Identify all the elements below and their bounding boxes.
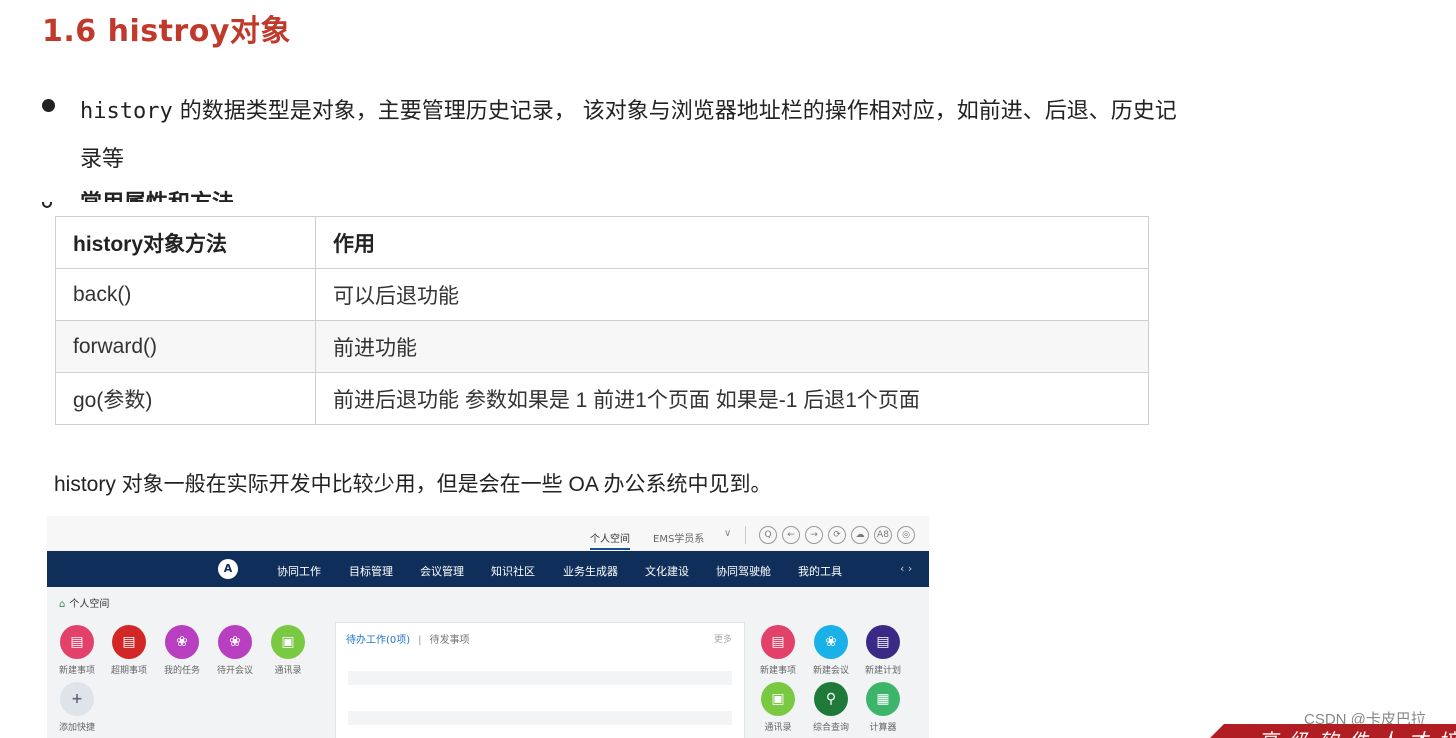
table-cell: go(参数) (55, 372, 316, 425)
forward-icon[interactable]: → (805, 526, 823, 544)
paragraph-line2: 录等 (80, 147, 125, 172)
contacts-icon: ▣ (761, 682, 795, 716)
nav-arrows-icon[interactable]: ‹ › (900, 562, 912, 575)
table-cell: 可以后退功能 (315, 268, 1149, 321)
breadcrumb: ⌂ 个人空间 (59, 595, 109, 610)
placeholder-line (348, 671, 732, 685)
app-label: 计算器 (869, 723, 897, 733)
home-icon: ⌂ (59, 599, 66, 610)
header-effect: 作用 (315, 216, 1149, 269)
cloud-icon[interactable]: ☁ (851, 526, 869, 544)
meeting-icon: ❀ (814, 625, 848, 659)
todo-panel: 待办工作(0项) | 待发事项 更多 (335, 622, 745, 738)
overdue-icon: ▤ (112, 625, 146, 659)
app-new-item[interactable]: ▤ 新建事项 (53, 625, 101, 676)
ems-selector[interactable]: EMS学员系 (653, 530, 704, 545)
search-icon[interactable]: Q (759, 526, 777, 544)
app-contacts-right[interactable]: ▣ 通讯录 (754, 682, 802, 733)
plan-icon: ▤ (866, 625, 900, 659)
app-label: 通讯录 (764, 723, 792, 733)
bullet-hollow (42, 202, 52, 208)
app-label: 综合查询 (812, 723, 849, 733)
app-search[interactable]: ⚲ 综合查询 (807, 682, 855, 733)
meeting-icon: ❀ (218, 625, 252, 659)
a8-icon[interactable]: A8 (874, 526, 892, 544)
app-label: 添加快捷 (58, 723, 95, 733)
table-cell: forward() (55, 320, 316, 373)
app-label: 新建计划 (864, 666, 901, 676)
oa-screenshot: 个人空间 EMS学员系 ∨ Q ← → ⟳ ☁ A8 ◎ A 协同工作 目标管理… (47, 516, 929, 738)
app-calculator[interactable]: ▦ 计算器 (859, 682, 907, 733)
app-contacts[interactable]: ▣ 通讯录 (264, 625, 312, 676)
bullet-dot (42, 99, 55, 112)
new-item-icon: ▤ (60, 625, 94, 659)
methods-table: history对象方法 作用 back() 可以后退功能 forward() 前… (55, 216, 1149, 425)
nav-item[interactable]: 文化建设 (645, 563, 689, 579)
table-row: go(参数) 前进后退功能 参数如果是 1 前进1个页面 如果是-1 后退1个页… (55, 372, 1149, 425)
nav-item[interactable]: 知识社区 (491, 563, 535, 579)
section-title: 1.6 histroy对象 (42, 14, 291, 49)
contacts-icon: ▣ (271, 625, 305, 659)
chevron-down-icon[interactable]: ∨ (724, 528, 731, 539)
divider (745, 526, 746, 544)
app-my-tasks[interactable]: ❀ 我的任务 (158, 625, 206, 676)
settings-icon[interactable]: ◎ (897, 526, 915, 544)
tasks-icon: ❀ (165, 625, 199, 659)
tab-personal-space[interactable]: 个人空间 (590, 530, 630, 550)
app-label: 待开会议 (216, 666, 253, 676)
app-label: 新建事项 (58, 666, 95, 676)
app-label: 通讯录 (274, 666, 302, 676)
oa-body: ⌂ 个人空间 ▤ 新建事项 ▤ 超期事项 ❀ 我的任务 ❀ 待开会议 ▣ 通讯录 + 添加快捷… (47, 587, 929, 738)
new-item-icon: ▤ (761, 625, 795, 659)
refresh-icon[interactable]: ⟳ (828, 526, 846, 544)
bullet-paragraph: history 的数据类型是对象，主要管理历史记录， 该对象与浏览器地址栏的操作… (80, 88, 1410, 184)
back-icon[interactable]: ← (782, 526, 800, 544)
paragraph-line1: 的数据类型是对象，主要管理历史记录， 该对象与浏览器地址栏的操作相对应，如前进、… (172, 99, 1177, 124)
app-label: 新建事项 (759, 666, 796, 676)
table-cell: back() (55, 268, 316, 321)
app-label: 超期事项 (110, 666, 147, 676)
app-new-plan[interactable]: ▤ 新建计划 (859, 625, 907, 676)
plus-icon: + (60, 682, 94, 716)
oa-top-bar: 个人空间 EMS学员系 ∨ Q ← → ⟳ ☁ A8 ◎ (47, 516, 929, 551)
nav-item[interactable]: 目标管理 (349, 563, 393, 579)
nav-item[interactable]: 业务生成器 (563, 563, 618, 579)
search-icon: ⚲ (814, 682, 848, 716)
footer-brand: 高级软件人才培训 (1210, 724, 1456, 738)
logo-icon[interactable]: A (218, 559, 238, 579)
app-label: 我的任务 (163, 666, 200, 676)
panel-header: 待办工作(0项) | 待发事项 (346, 631, 470, 646)
more-link[interactable]: 更多 (714, 632, 732, 645)
panel-separator: | (418, 635, 422, 646)
placeholder-line (348, 711, 732, 725)
code-history: history (80, 99, 173, 124)
calculator-icon: ▦ (866, 682, 900, 716)
app-add-shortcut[interactable]: + 添加快捷 (53, 682, 101, 733)
breadcrumb-label: 个人空间 (69, 599, 110, 610)
nav-item[interactable]: 协同工作 (277, 563, 321, 579)
app-new-meeting[interactable]: ❀ 新建会议 (807, 625, 855, 676)
note-text: history 对象一般在实际开发中比较少用，但是会在一些 OA 办公系统中见到… (54, 473, 772, 496)
clipped-heading: 常用属性和方法 (80, 186, 234, 202)
app-overdue-item[interactable]: ▤ 超期事项 (105, 625, 153, 676)
table-cell: 前进功能 (315, 320, 1149, 373)
oa-nav-bar: A 协同工作 目标管理 会议管理 知识社区 业务生成器 文化建设 协同驾驶舱 我… (47, 551, 929, 587)
footer-brand-text: 高级软件人才培训 (1258, 725, 1456, 738)
table-row: forward() 前进功能 (55, 320, 1149, 373)
table-cell: 前进后退功能 参数如果是 1 前进1个页面 如果是-1 后退1个页面 (315, 372, 1149, 425)
app-pending-meeting[interactable]: ❀ 待开会议 (211, 625, 259, 676)
nav-item[interactable]: 协同驾驶舱 (716, 563, 771, 579)
app-new-item-right[interactable]: ▤ 新建事项 (754, 625, 802, 676)
header-method: history对象方法 (55, 216, 316, 269)
tab-todo[interactable]: 待办工作(0项) (346, 635, 410, 646)
nav-item[interactable]: 我的工具 (798, 563, 842, 579)
nav-item[interactable]: 会议管理 (420, 563, 464, 579)
table-header-row: history对象方法 作用 (55, 216, 1149, 269)
table-row: back() 可以后退功能 (55, 268, 1149, 321)
tab-pending[interactable]: 待发事项 (430, 635, 470, 646)
app-label: 新建会议 (812, 666, 849, 676)
